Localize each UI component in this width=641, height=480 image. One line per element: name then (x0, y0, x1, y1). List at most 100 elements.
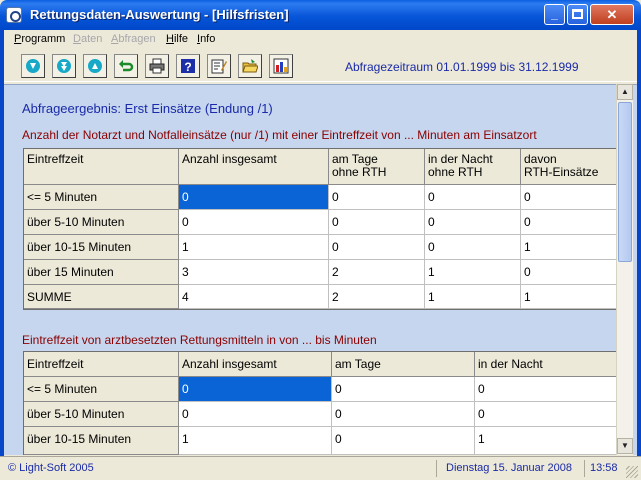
open-folder-icon (242, 59, 258, 73)
close-button[interactable]: ✕ (590, 4, 634, 25)
menu-info-label: nfo (200, 33, 216, 45)
table1-row-label: über 15 Minuten (24, 260, 179, 285)
table1-cell[interactable]: 0 (329, 185, 425, 210)
menu-programm[interactable]: Programm (14, 33, 65, 45)
help-icon: ? (181, 59, 195, 74)
table1-header-nacht: in der Nacht ohne RTH (425, 149, 521, 185)
table2-cell[interactable]: 1 (475, 427, 617, 455)
help-button[interactable]: ? (176, 54, 200, 78)
printer-icon (149, 58, 165, 74)
table1-caption: Anzahl der Notarzt und Notfalleinsätze (… (22, 128, 537, 142)
scroll-thumb[interactable] (618, 102, 632, 262)
table1-cell[interactable]: 0 (179, 210, 329, 235)
table1-grid[interactable]: Eintreffzeit Anzahl insgesamt am Tage ohn… (23, 148, 618, 310)
table2-header-anzahl: Anzahl insgesamt (179, 352, 332, 377)
table1-cell[interactable]: 0 (425, 185, 521, 210)
table1-header-text: Eintreffzeit (27, 152, 84, 166)
table2-caption: Eintreffzeit von arztbesetzten Rettungsm… (22, 333, 377, 347)
menu-daten-mnemonic: D (73, 33, 81, 45)
table2-header-nacht: in der Nacht (475, 352, 617, 377)
table2-row-label: über 5-10 Minuten (24, 402, 179, 427)
menu-daten[interactable]: Daten (73, 33, 102, 45)
table1-header-subtext: ohne RTH (428, 165, 483, 179)
table1-header-anzahl: Anzahl insgesamt (179, 149, 329, 185)
undo-icon (119, 60, 134, 72)
previous-record-button[interactable] (83, 54, 107, 78)
table1-header-text: in der Nacht (428, 152, 493, 166)
print-button[interactable] (145, 54, 169, 78)
table1-cell[interactable]: 1 (425, 260, 521, 285)
table2-cell[interactable]: 0 (179, 402, 332, 427)
edit-icon (211, 59, 227, 74)
open-button[interactable] (238, 54, 262, 78)
undo-button[interactable] (114, 54, 138, 78)
table2-cell[interactable]: 0 (332, 427, 475, 455)
table1-cell[interactable]: 0 (329, 235, 425, 260)
status-divider (584, 460, 585, 477)
table2-cell[interactable]: 0 (475, 402, 617, 427)
table2-cell[interactable]: 1 (179, 427, 332, 455)
table1-cell[interactable]: 0 (329, 210, 425, 235)
table2-cell[interactable]: 0 (332, 377, 475, 402)
table1-cell[interactable]: 1 (425, 285, 521, 309)
table1-cell[interactable]: 1 (521, 285, 617, 309)
chart-icon (273, 58, 289, 74)
table1-cell[interactable]: 1 (521, 235, 617, 260)
table1-row-label: über 5-10 Minuten (24, 210, 179, 235)
window-title: Rettungsdaten-Auswertung - [Hilfsfristen… (30, 7, 289, 22)
chart-button[interactable] (269, 54, 293, 78)
table2-cell[interactable]: 0 (475, 377, 617, 402)
table2-header-eintreffzeit: Eintreffzeit (24, 352, 179, 377)
app-icon[interactable] (6, 7, 22, 23)
status-divider (436, 460, 437, 477)
table1-cell[interactable]: 2 (329, 285, 425, 309)
table1-header-text: am Tage (332, 152, 378, 166)
menu-daten-label: aten (80, 33, 103, 45)
table2-cell[interactable]: 0 (332, 402, 475, 427)
status-date: Dienstag 15. Januar 2008 (446, 462, 572, 474)
table2-row-label: <= 5 Minuten (24, 377, 179, 402)
scroll-down-icon[interactable]: ▼ (617, 438, 633, 454)
menu-bar: Programm Daten Abfragen Hilfe Info (4, 30, 637, 49)
menu-hilfe[interactable]: Hilfe (166, 33, 188, 45)
table2-cell[interactable]: 0 (179, 377, 332, 402)
menu-programm-label: rogramm (21, 33, 66, 45)
arrow-down-icon (26, 59, 40, 73)
query-period: Abfragezeitraum 01.01.1999 bis 31.12.199… (345, 60, 579, 74)
window-frame-right (637, 30, 641, 456)
table1-cell[interactable]: 0 (425, 210, 521, 235)
edit-button[interactable] (207, 54, 231, 78)
resize-grip-icon[interactable] (626, 466, 638, 478)
table1-cell[interactable]: 0 (425, 235, 521, 260)
table1-header-eintreffzeit: Eintreffzeit (24, 149, 179, 185)
table1-cell[interactable]: 4 (179, 285, 329, 309)
table1-cell[interactable]: 1 (179, 235, 329, 260)
table1-row-label: über 10-15 Minuten (24, 235, 179, 260)
next-record-button[interactable] (21, 54, 45, 78)
table1-cell[interactable]: 0 (521, 210, 617, 235)
minimize-button[interactable]: _ (544, 4, 565, 25)
menu-info[interactable]: Info (197, 33, 215, 45)
table1-cell[interactable]: 0 (521, 185, 617, 210)
table1-header-subtext: RTH-Einsätze (524, 165, 599, 179)
table2-header-tage: am Tage (332, 352, 475, 377)
last-record-button[interactable] (52, 54, 76, 78)
table1-header-text: Anzahl insgesamt (182, 152, 277, 166)
maximize-button[interactable] (567, 4, 588, 25)
result-heading: Abfrageergebnis: Erst Einsätze (Endung /… (22, 101, 273, 116)
scroll-up-icon[interactable]: ▲ (617, 84, 633, 100)
status-time: 13:58 (590, 462, 618, 474)
menu-abfragen-label: bfragen (118, 33, 156, 45)
table1-cell[interactable]: 0 (179, 185, 329, 210)
menu-hilfe-mnemonic: H (166, 33, 174, 45)
table2-row-label: über 10-15 Minuten (24, 427, 179, 455)
table1-cell[interactable]: 0 (521, 260, 617, 285)
status-bar: © Light-Soft 2005 Dienstag 15. Januar 20… (0, 456, 641, 480)
table1-row-label: <= 5 Minuten (24, 185, 179, 210)
table1-cell[interactable]: 2 (329, 260, 425, 285)
table1-cell[interactable]: 3 (179, 260, 329, 285)
menu-abfragen[interactable]: Abfragen (111, 33, 156, 45)
table2-grid[interactable]: Eintreffzeit Anzahl insgesamt am Tage in… (23, 351, 618, 455)
vertical-scrollbar[interactable]: ▲ ▼ (616, 84, 633, 455)
title-bar[interactable]: Rettungsdaten-Auswertung - [Hilfsfristen… (0, 0, 641, 30)
